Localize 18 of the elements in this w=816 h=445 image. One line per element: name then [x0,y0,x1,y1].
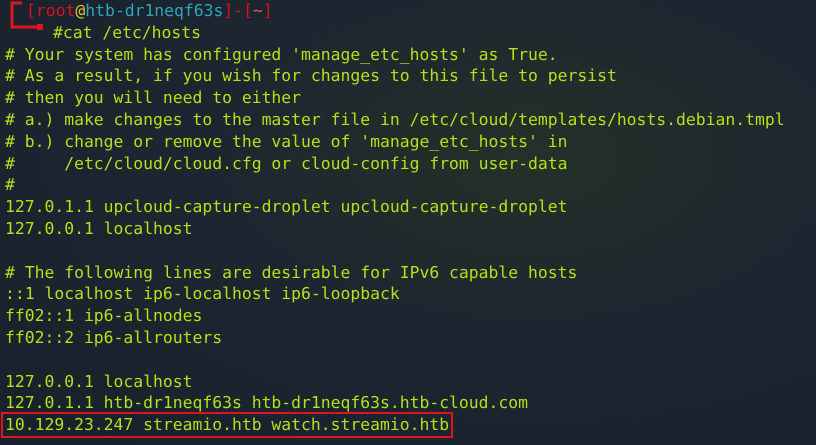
output-line: # then you will need to either [5,87,302,109]
output-line: # As a result, if you wish for changes to this file to persist [5,65,617,88]
output-line: ff02::1 ip6-allnodes [5,305,202,327]
output-line: # The following lines are desirable for IPv6 capable hosts [5,262,578,284]
prompt-text: [root@htb-dr1neqf63s]-[~] [26,0,273,22]
output-line: # Your system has configured 'manage_etc_hosts' as True. [5,44,558,66]
output-line: 127.0.0.1 localhost [5,218,192,240]
output-line: ff02::2 ip6-allrouters [5,326,222,349]
highlighted-output-line: 10.129.23.247 streamio.htb watch.streamio.htb [3,414,452,436]
output-line: 127.0.1.1 htb-dr1neqf63s htb-dr1neqf63s.htb-cloud.com [5,392,528,414]
output-line: 127.0.0.1 localhost [5,370,192,392]
output-line: # /etc/cloud/cloud.cfg or cloud-config from user-data [5,152,568,174]
command-text: #cat /etc/hosts [52,22,202,44]
output-line: # b.) change or remove the value of 'manage_etc_hosts' in [5,130,568,153]
output-line: ::1 localhost ip6-localhost ip6-loopback [5,283,400,306]
output-line: 127.0.1.1 upcloud-capture-droplet upcloud-capture-droplet [5,196,568,218]
output-line: # a.) make changes to the master file in /etc/cloud/templates/hosts.debian.tmpl [5,108,785,131]
output-line: # [5,174,15,196]
